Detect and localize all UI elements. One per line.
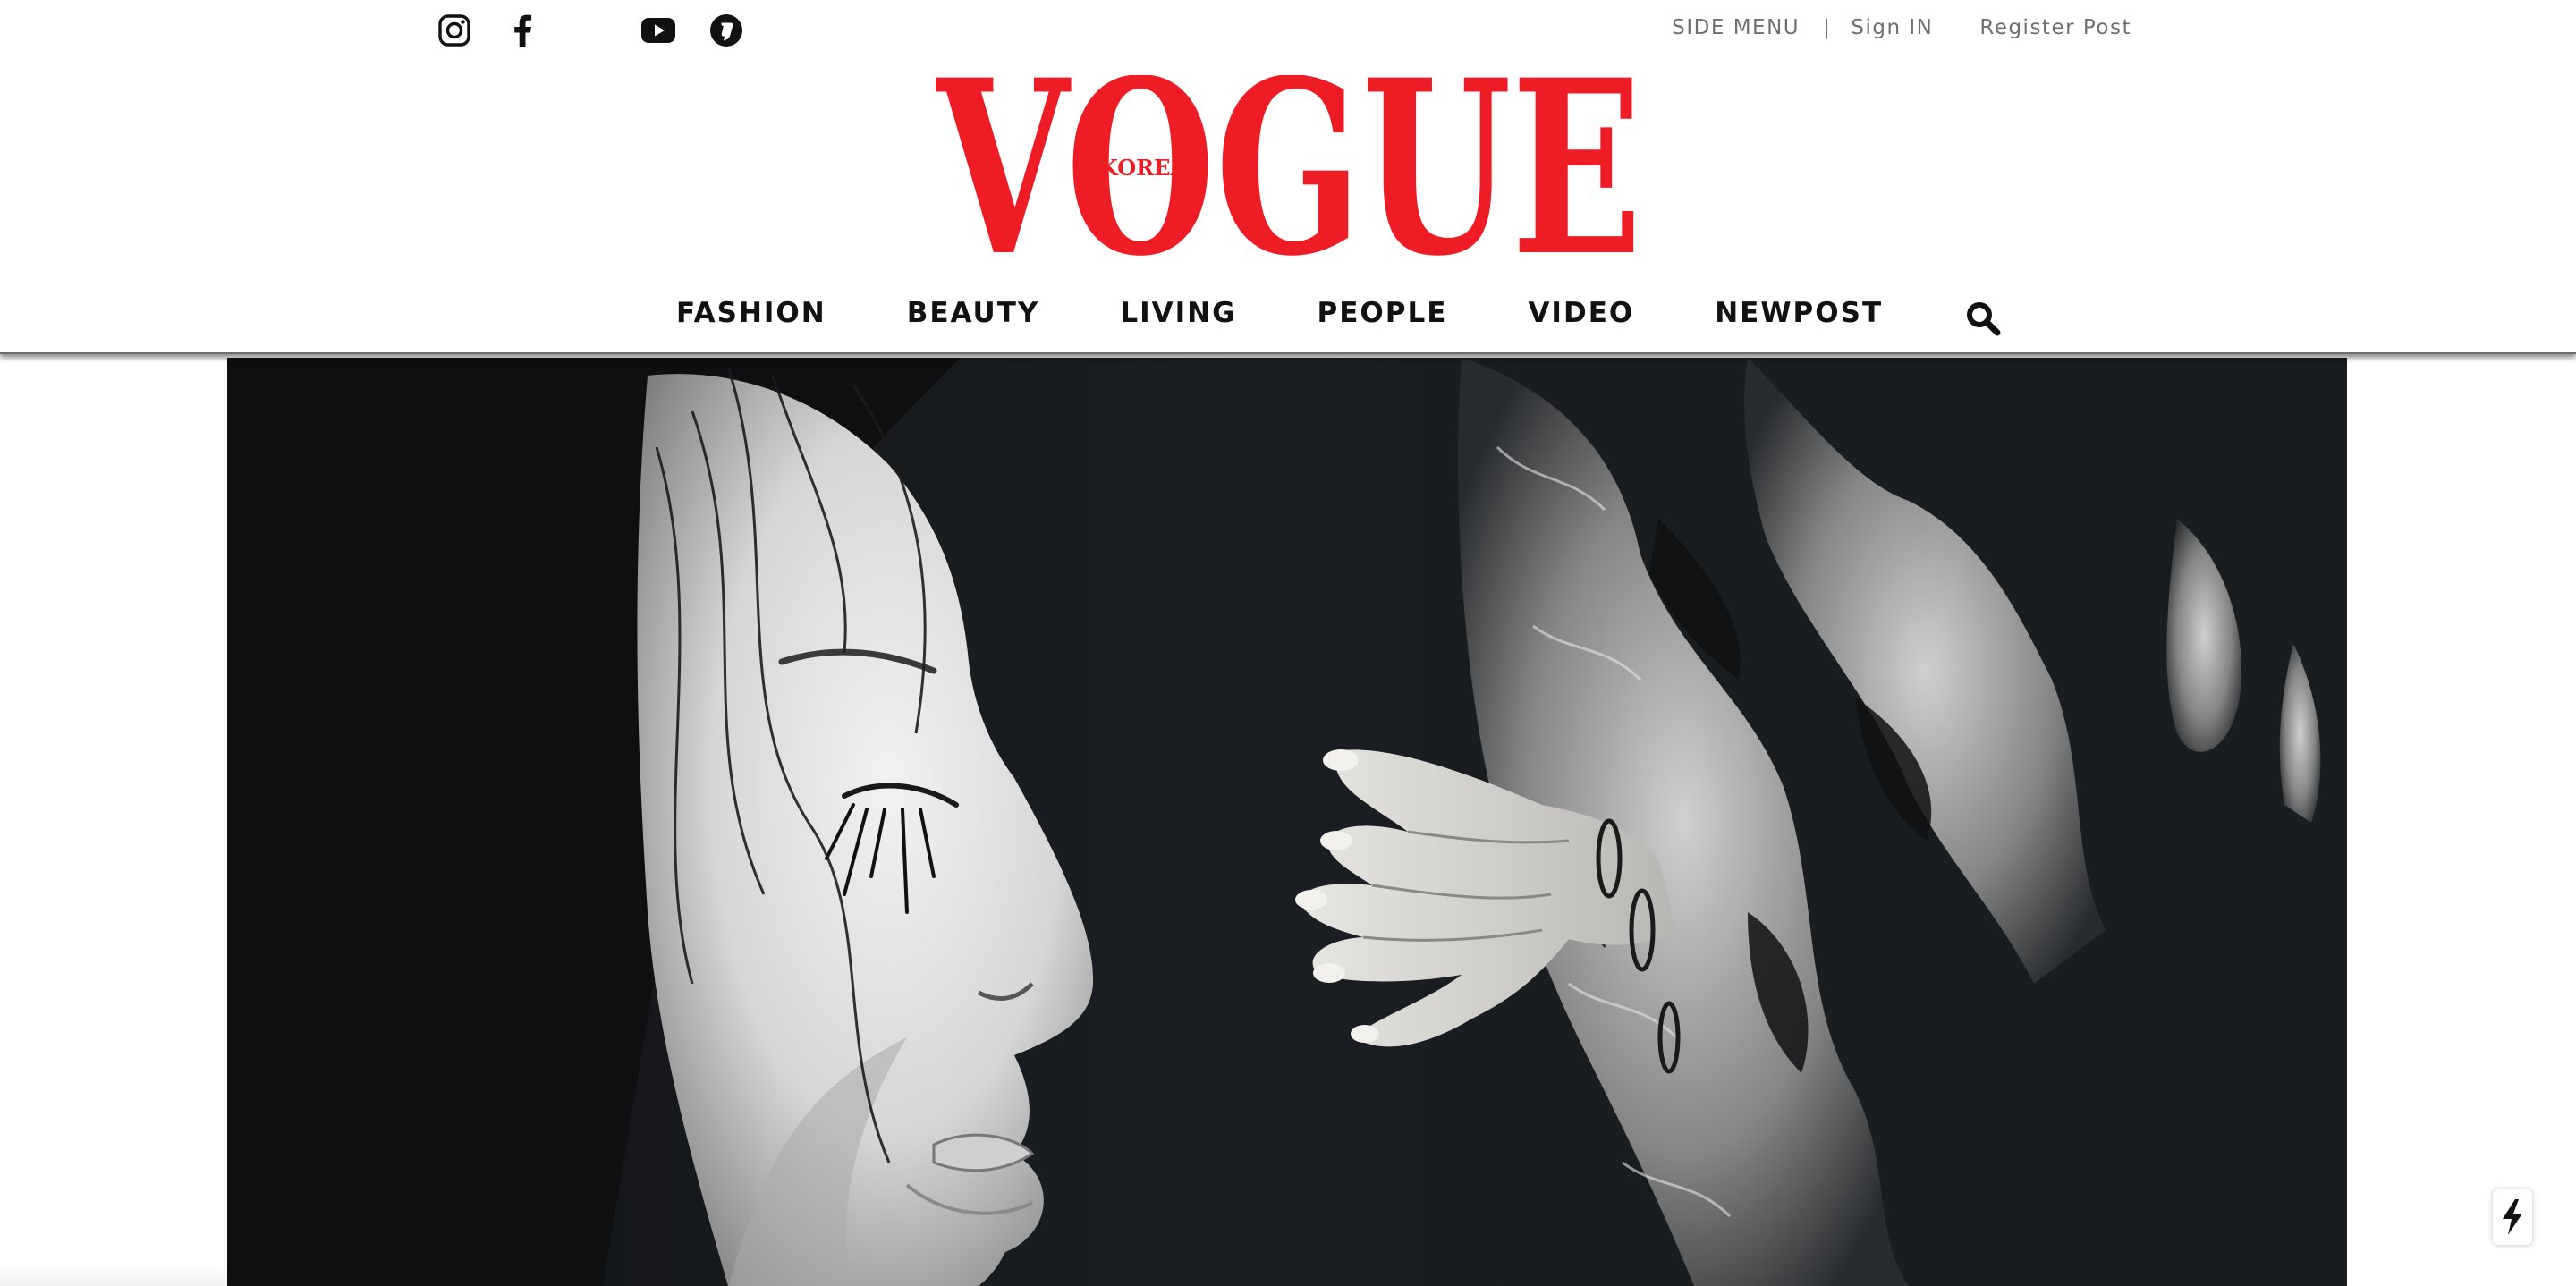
link-separator: |	[1823, 16, 1832, 39]
instagram-icon[interactable]	[436, 13, 472, 48]
youtube-icon[interactable]	[640, 13, 676, 48]
logo-wordmark: VOGUE	[936, 75, 1642, 265]
hero-photo[interactable]	[227, 358, 2347, 1286]
facebook-icon[interactable]	[504, 13, 540, 48]
logo-edition: KOREA	[1099, 155, 1187, 181]
sign-in-link[interactable]: Sign IN	[1851, 16, 1933, 39]
vogue-korea-logo[interactable]: VOGUE KOREA	[936, 75, 1642, 265]
register-post-link[interactable]: Register Post	[1979, 16, 2131, 39]
lightning-icon[interactable]	[2493, 1189, 2532, 1245]
nav-people[interactable]: PEOPLE	[1318, 297, 1448, 329]
site-header: SIDE MENU | Sign IN Register Post VOGUE …	[0, 0, 2576, 354]
utility-links: SIDE MENU | Sign IN Register Post	[1672, 14, 2131, 41]
side-menu-link[interactable]: SIDE MENU	[1672, 16, 1800, 39]
nav-video[interactable]: VIDEO	[1528, 297, 1634, 329]
page-bottom-shadow	[0, 1265, 227, 1286]
hero-photo-illustration	[227, 358, 2347, 1286]
nav-newpost[interactable]: NEWPOST	[1715, 297, 1883, 329]
nav-living[interactable]: LIVING	[1120, 297, 1236, 329]
search-icon[interactable]	[1963, 299, 2003, 338]
main-navigation: FASHION BEAUTY LIVING PEOPLE VIDEO NEWPO…	[676, 293, 2003, 336]
nav-beauty[interactable]: BEAUTY	[907, 297, 1040, 329]
nav-fashion[interactable]: FASHION	[676, 297, 826, 329]
kakao-story-icon[interactable]	[708, 13, 744, 48]
